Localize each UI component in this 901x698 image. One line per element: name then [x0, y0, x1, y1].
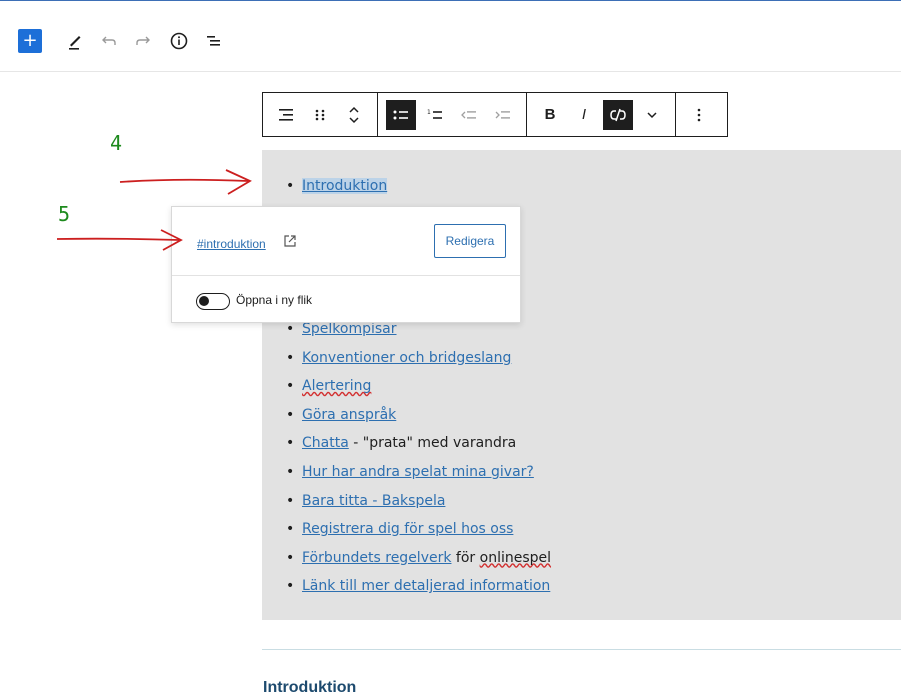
editor-top-toolbar: + [0, 1, 901, 72]
italic-button[interactable]: I [569, 100, 599, 130]
undo-icon[interactable] [97, 29, 121, 53]
section-heading: Introduktion [263, 679, 357, 696]
link-popover: #introduktion Redigera Öppna i ny flik [171, 206, 521, 323]
svg-text:1: 1 [427, 109, 431, 116]
indent-icon[interactable] [488, 100, 518, 130]
list-item-text: onlinespel [479, 549, 552, 566]
list-view-icon[interactable] [202, 29, 226, 53]
parent-block-icon[interactable] [271, 100, 301, 130]
list-item-text: - "prata" med varandra [348, 435, 517, 452]
list-link[interactable]: Bara titta - Bakspela [302, 493, 445, 509]
list-item: Bara titta - Bakspela [284, 489, 551, 518]
list-link-introduktion[interactable]: Introduktion [302, 178, 388, 194]
edit-link-button[interactable]: Redigera [434, 224, 506, 258]
unordered-list-icon[interactable] [386, 99, 416, 130]
list-link[interactable]: Alertering [302, 378, 371, 394]
bold-button[interactable]: B [535, 100, 565, 130]
list-link[interactable]: Konventioner och bridgeslang [302, 350, 511, 366]
list-item: Förbundets regelverk för onlinespel [284, 546, 551, 575]
list-link[interactable]: Förbundets regelverk [302, 550, 451, 566]
block-toolbar-group-options [676, 93, 722, 136]
list-item: Alertering [284, 374, 551, 403]
list-item: Chatta - "prata" med varandra [284, 431, 551, 460]
block-toolbar-group-parent [263, 93, 378, 136]
info-icon[interactable] [167, 29, 191, 53]
block-toolbar-group-format: B I [527, 93, 676, 136]
annotation-number-5: 5 [58, 202, 71, 226]
move-up-down-icon[interactable] [339, 100, 369, 130]
outdent-icon[interactable] [454, 100, 484, 130]
block-toolbar: 1 B I [262, 92, 728, 137]
list-link[interactable]: Länk till mer detaljerad information [302, 578, 550, 594]
more-formats-chevron-down-icon[interactable] [637, 100, 667, 130]
list-item: Länk till mer detaljerad information [284, 574, 551, 603]
list-link[interactable]: Chatta [302, 435, 349, 451]
toggle-knob [199, 296, 209, 306]
annotation-arrow-4 [119, 169, 252, 195]
new-tab-toggle-label: Öppna i ny flik [236, 293, 313, 307]
options-kebab-icon[interactable] [684, 100, 714, 130]
redo-icon[interactable] [131, 29, 155, 53]
edit-pencil-icon[interactable] [63, 29, 87, 53]
list-item-text: för [451, 549, 480, 566]
add-block-button[interactable]: + [18, 29, 42, 53]
external-link-icon [283, 233, 297, 252]
list-link[interactable]: Hur har andra spelat mina givar? [302, 464, 534, 480]
popover-link-url[interactable]: #introduktion [197, 237, 266, 251]
block-toolbar-group-list: 1 [378, 93, 527, 136]
list-item: Konventioner och bridgeslang [284, 346, 551, 375]
drag-handle-icon[interactable] [305, 100, 335, 130]
separator [262, 649, 901, 650]
list-link[interactable]: Göra anspråk [302, 407, 396, 423]
annotation-arrow-5 [56, 229, 183, 251]
list-item: Introduktion [284, 174, 551, 203]
unlink-icon[interactable] [603, 99, 633, 130]
annotation-number-4: 4 [110, 131, 123, 155]
ordered-list-icon[interactable]: 1 [420, 100, 450, 130]
list-link[interactable]: Registrera dig för spel hos oss [302, 521, 513, 537]
new-tab-toggle[interactable] [196, 293, 230, 310]
list-item: Göra anspråk [284, 403, 551, 432]
list-item: Registrera dig för spel hos oss [284, 517, 551, 546]
popover-divider [172, 275, 520, 276]
list-link[interactable]: Spelkompisar [302, 321, 397, 337]
list-item: Hur har andra spelat mina givar? [284, 460, 551, 489]
